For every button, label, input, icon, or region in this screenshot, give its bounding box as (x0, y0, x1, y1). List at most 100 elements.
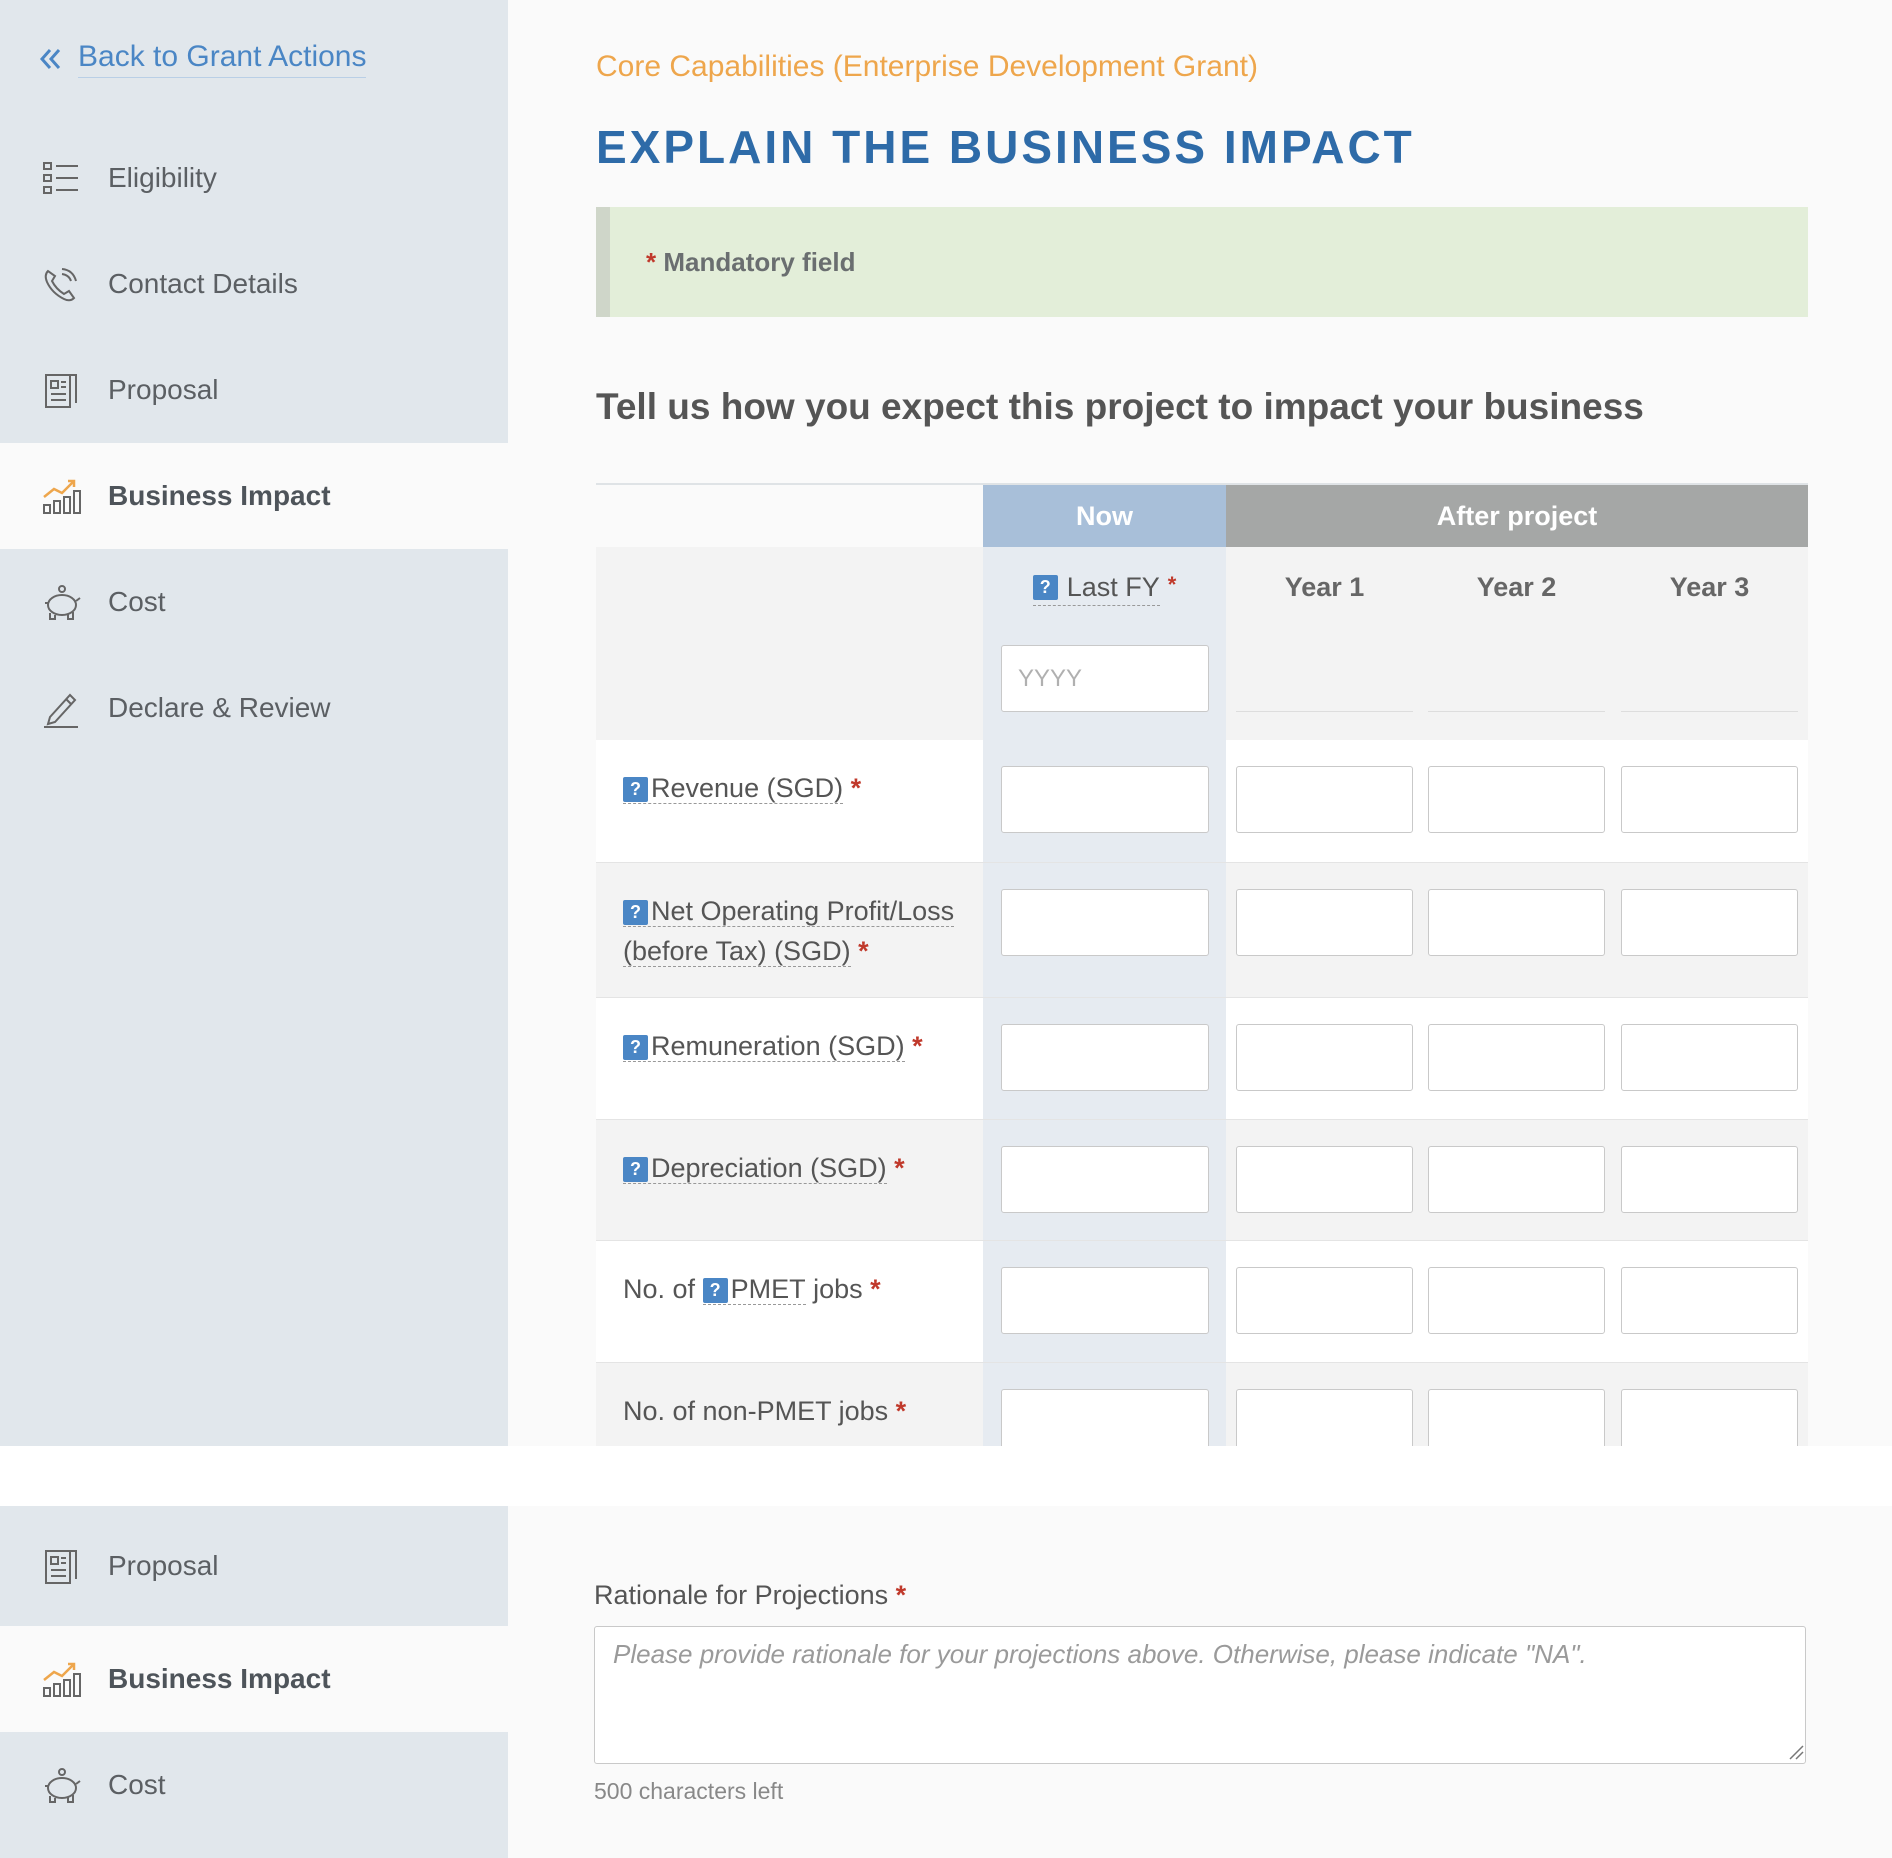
non-pmet-jobs-year-1-input[interactable] (1236, 1389, 1413, 1446)
help-icon: ? (623, 777, 648, 802)
piggy-bank-icon (45, 1768, 81, 1803)
table-row-net-operating-profit: ? Net Operating Profit/Loss (before Tax) … (596, 863, 1808, 997)
sidebar-item-contact-details[interactable]: Contact Details (0, 231, 508, 337)
section-title: Tell us how you expect this project to i… (596, 386, 1644, 427)
row-label: ? Remuneration (SGD) * (623, 1026, 973, 1066)
page-title: EXPLAIN THE BUSINESS IMPACT (596, 121, 1415, 173)
help-icon: ? (702, 1278, 728, 1303)
table-row-depreciation: ? Depreciation (SGD) * (596, 1120, 1808, 1240)
non-pmet-jobs-year-2-input[interactable] (1428, 1389, 1605, 1446)
back-to-grant-actions-link[interactable]: Back to Grant Actions (36, 40, 367, 78)
sidebar-item-cost[interactable]: Cost (0, 1732, 508, 1838)
last-fy-year-input[interactable] (1001, 645, 1209, 712)
back-link-label: Back to Grant Actions (78, 40, 367, 78)
impact-table: Now After project ? Last FY * Year 1 Yea… (596, 483, 1808, 1446)
net-operating-profit-tooltip[interactable]: ? Net Operating Profit/Loss (before Tax) … (623, 896, 955, 967)
depreciation-tooltip[interactable]: ? Depreciation (SGD) (623, 1153, 887, 1184)
year-3-header: Year 3 (1669, 572, 1750, 602)
phone-icon (44, 268, 77, 302)
remuneration-year-3-input[interactable] (1621, 1024, 1798, 1091)
sidebar-item-declare-review[interactable]: Declare & Review (0, 655, 508, 761)
row-label: No. of non-PMET jobs * (623, 1396, 907, 1426)
chart-growth-icon (43, 1662, 81, 1697)
last-fy-header: ? Last FY * (983, 572, 1226, 606)
sidebar-item-label: Contact Details (108, 268, 298, 299)
now-header: Now (983, 485, 1226, 547)
characters-left-counter: 500 characters left (594, 1778, 784, 1804)
depreciation-year-1-input[interactable] (1236, 1146, 1413, 1213)
help-icon: ? (623, 1157, 648, 1182)
sidebar-bottom: Proposal Business Impact Cost (0, 1506, 508, 1858)
remuneration-year-2-input[interactable] (1428, 1024, 1605, 1091)
row-label: No. of ? PMET jobs * (623, 1274, 881, 1305)
net-profit-year-2-input[interactable] (1428, 889, 1605, 956)
sidebar-item-label: Cost (108, 1769, 166, 1800)
depreciation-year-2-input[interactable] (1428, 1146, 1605, 1213)
sidebar-top: Back to Grant Actions Eligibility Contac… (0, 0, 508, 1446)
pmet-jobs-year-3-input[interactable] (1621, 1267, 1798, 1334)
list-icon (43, 162, 78, 194)
non-pmet-jobs-year-3-input[interactable] (1621, 1389, 1798, 1446)
revenue-last-fy-input[interactable] (1001, 766, 1209, 833)
sidebar-item-label: Proposal (108, 1550, 219, 1581)
pmet-jobs-year-2-input[interactable] (1428, 1267, 1605, 1334)
remuneration-last-fy-input[interactable] (1001, 1024, 1209, 1091)
sidebar-item-eligibility[interactable]: Eligibility (0, 125, 508, 231)
sidebar-item-business-impact[interactable]: Business Impact (0, 1626, 508, 1732)
revenue-year-3-input[interactable] (1621, 766, 1798, 833)
resize-grip-icon[interactable] (1788, 1744, 1804, 1760)
mandatory-notice: * Mandatory field (596, 207, 1808, 317)
net-profit-last-fy-input[interactable] (1001, 889, 1209, 956)
sidebar-item-proposal[interactable]: Proposal (0, 1506, 508, 1626)
depreciation-year-3-input[interactable] (1621, 1146, 1798, 1213)
row-label: ? Revenue (SGD) * (623, 768, 973, 808)
required-asterisk: * (1167, 572, 1177, 597)
document-icon (45, 374, 77, 408)
last-fy-tooltip[interactable]: ? Last FY (1032, 572, 1160, 606)
row-label: ? Net Operating Profit/Loss (before Tax) … (623, 896, 955, 967)
notice-text: Mandatory field (663, 246, 856, 277)
sidebar-item-business-impact[interactable]: Business Impact (0, 443, 508, 549)
depreciation-last-fy-input[interactable] (1001, 1146, 1209, 1213)
table-row-revenue: ? Revenue (SGD) * (596, 740, 1808, 862)
table-row-non-pmet-jobs: No. of non-PMET jobs * (596, 1363, 1808, 1446)
sidebar-item-label: Proposal (108, 374, 219, 405)
breadcrumb: Core Capabilities (Enterprise Developmen… (596, 50, 1258, 83)
revenue-tooltip[interactable]: ? Revenue (SGD) (623, 773, 844, 804)
sidebar-item-proposal[interactable]: Proposal (0, 337, 508, 443)
net-profit-year-3-input[interactable] (1621, 889, 1798, 956)
double-chevron-left-icon (39, 49, 61, 69)
sidebar-item-label: Business Impact (108, 1663, 331, 1694)
row-label: ? Depreciation (SGD) * (623, 1148, 973, 1188)
revenue-year-2-input[interactable] (1428, 766, 1605, 833)
sidebar-item-label: Cost (108, 586, 166, 617)
piggy-bank-icon (45, 585, 81, 620)
year-2-header: Year 2 (1476, 572, 1557, 602)
sidebar-item-label: Business Impact (108, 480, 331, 511)
rationale-section: Rationale for Projections * 500 characte… (508, 1506, 1892, 1858)
required-asterisk: * (646, 246, 657, 277)
year-1-header: Year 1 (1284, 572, 1365, 602)
after-project-header: After project (1226, 485, 1808, 547)
sidebar-item-label: Declare & Review (108, 692, 331, 723)
last-fy-label: Last FY (1066, 572, 1160, 602)
non-pmet-jobs-last-fy-input[interactable] (1001, 1389, 1209, 1446)
document-icon (45, 1550, 77, 1584)
pmet-jobs-last-fy-input[interactable] (1001, 1267, 1209, 1334)
pmet-tooltip[interactable]: ? PMET (702, 1274, 806, 1305)
revenue-year-1-input[interactable] (1236, 766, 1413, 833)
help-icon: ? (1032, 575, 1058, 600)
help-icon: ? (623, 900, 648, 925)
table-row-remuneration: ? Remuneration (SGD) * (596, 998, 1808, 1119)
pen-icon (44, 693, 78, 728)
sidebar-item-cost[interactable]: Cost (0, 549, 508, 655)
net-profit-year-1-input[interactable] (1236, 889, 1413, 956)
rationale-textarea[interactable] (594, 1626, 1806, 1764)
remuneration-tooltip[interactable]: ? Remuneration (SGD) (623, 1031, 905, 1062)
sidebar-item-label: Eligibility (108, 162, 217, 193)
chart-growth-icon (43, 479, 81, 514)
pmet-jobs-year-1-input[interactable] (1236, 1267, 1413, 1334)
rationale-label: Rationale for Projections * (594, 1580, 907, 1610)
remuneration-year-1-input[interactable] (1236, 1024, 1413, 1091)
main-content: Core Capabilities (Enterprise Developmen… (508, 0, 1892, 1446)
